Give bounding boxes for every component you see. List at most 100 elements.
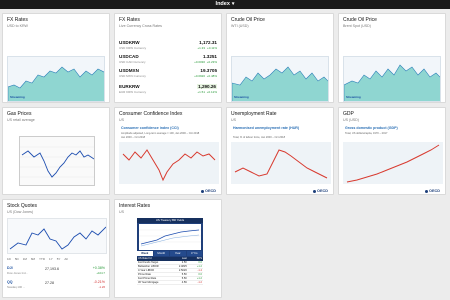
card-title: FX Rates bbox=[7, 17, 28, 23]
quote-symbol: EURKRW bbox=[119, 84, 140, 89]
period-tab[interactable]: 6M bbox=[31, 257, 35, 261]
fx-area-chart: Streaming bbox=[7, 56, 105, 102]
rates-tab[interactable]: 3 Yrs bbox=[186, 251, 203, 256]
period-tab[interactable]: 1D bbox=[7, 257, 11, 261]
card-stock-quotes[interactable]: Stock Quotes US (Dow Jones) 1D 5D 1M 6M YTD 1… bbox=[2, 199, 110, 298]
oecd-chart-sub: Jan 2000 – Oct 2018 bbox=[121, 136, 146, 139]
quote-row[interactable]: USDCAD 1.3251 USD CAD Currency +0.0030 +… bbox=[119, 54, 217, 64]
oecd-logo: OECD bbox=[313, 189, 328, 193]
chart-legend: Streaming bbox=[234, 95, 249, 99]
card-interest-rates[interactable]: Interest Rates US US Treasury Bill Yield… bbox=[114, 199, 222, 298]
quote-value: 1,290.26 bbox=[197, 84, 217, 89]
period-tab[interactable]: YTD bbox=[39, 257, 45, 261]
stock-name: Nasdaq 100 ... bbox=[7, 284, 26, 289]
rates-tab[interactable]: Month bbox=[153, 251, 170, 256]
gas-line-chart bbox=[19, 136, 95, 186]
quote-row[interactable]: USDMXN 19.3705 USD MXN Currency +0.0920 … bbox=[119, 68, 217, 78]
card-subtitle: US bbox=[119, 118, 124, 122]
quote-pct: +0.48% bbox=[206, 73, 217, 78]
quote-desc: USD CAD Currency bbox=[119, 59, 146, 64]
stock-row[interactable]: QQ Nasdaq 100 ... 27.28 -0.21% -1.26 bbox=[7, 280, 105, 289]
stock-line-chart bbox=[7, 218, 107, 254]
header-title: Index bbox=[215, 1, 230, 7]
quote-desc: USD KRW Currency bbox=[119, 45, 147, 50]
rates-row[interactable]: 30 Year Mortgage 4.59 -1.2 bbox=[137, 281, 203, 285]
oecd-chart-sub: Total, % of labour force, Jan 2000 – Oct… bbox=[233, 136, 286, 139]
card-fx-rates-usdkrw[interactable]: FX Rates USD to KRW Streaming bbox=[2, 13, 110, 103]
stock-price: 27.28 bbox=[45, 281, 54, 285]
rates-period-tabs: Week Month Year 3 Yrs bbox=[137, 251, 203, 256]
card-subtitle: US retail average bbox=[7, 118, 35, 122]
card-title: Crude Oil Price bbox=[343, 17, 377, 23]
stock-symbol: QQ bbox=[7, 280, 13, 284]
quote-row[interactable]: USDKRW 1,172.31 USD KRW Currency +1.33 +… bbox=[119, 40, 217, 50]
oecd-chart-sub: Amplitude adjusted, Long-term average = … bbox=[121, 132, 200, 135]
stock-name: Dow Jones Ind... bbox=[7, 270, 28, 275]
rates-widget: US Treasury Bill Yields Week Month Year … bbox=[137, 218, 203, 297]
quote-symbol: USDMXN bbox=[119, 68, 139, 73]
card-fx-cross-rates[interactable]: FX Rates Live Currency Cross Rates USDKR… bbox=[114, 13, 222, 103]
quote-change: +1.33 bbox=[197, 45, 205, 50]
card-subtitle: Brent Spot (USD) bbox=[343, 24, 371, 28]
quote-symbol: USDKRW bbox=[119, 40, 140, 45]
card-title: Crude Oil Price bbox=[231, 17, 265, 23]
quote-pct: +0.12% bbox=[206, 89, 217, 94]
card-subtitle: Live Currency Cross Rates bbox=[119, 24, 162, 28]
oecd-chart-title: Harmonised unemployment rate (HUR) bbox=[233, 126, 300, 130]
quote-change: +0.0920 bbox=[194, 73, 205, 78]
oecd-chart-title: Gross domestic product (GDP) bbox=[345, 126, 398, 130]
quote-value: 19.3705 bbox=[200, 68, 217, 73]
oecd-chart-title: Consumer confidence index (CCI) bbox=[121, 126, 179, 130]
index-menu[interactable]: Index ▾ bbox=[0, 0, 450, 9]
stock-change: +0.38% bbox=[92, 266, 105, 270]
period-tabs: 1D 5D 1M 6M YTD 1Y 5Y All bbox=[7, 257, 72, 261]
oil-area-chart: Streaming bbox=[343, 56, 441, 102]
stock-change-abs: -1.26 bbox=[98, 284, 105, 289]
period-tab[interactable]: 5Y bbox=[57, 257, 61, 261]
quote-pct: +0.11% bbox=[206, 45, 217, 50]
card-gdp[interactable]: GDP US (USD) Gross domestic product (GDP… bbox=[338, 107, 446, 195]
stock-symbol: DJI bbox=[7, 266, 13, 270]
card-title: Unemployment Rate bbox=[231, 111, 277, 117]
stock-change: -0.21% bbox=[93, 280, 105, 284]
top-bar: Index ▾ bbox=[0, 0, 450, 9]
period-tab[interactable]: 1M bbox=[23, 257, 27, 261]
card-subtitle: USD to KRW bbox=[7, 24, 28, 28]
rates-tab[interactable]: Year bbox=[170, 251, 187, 256]
rates-tab[interactable]: Week bbox=[137, 251, 154, 256]
oecd-widget: Gross domestic product (GDP) Total, US d… bbox=[343, 126, 443, 194]
card-title: Consumer Confidence Index bbox=[119, 111, 183, 117]
rates-chart-title: US Treasury Bill Yields bbox=[137, 218, 203, 223]
oecd-widget: Consumer confidence index (CCI) Amplitud… bbox=[119, 126, 219, 194]
card-unemployment-rate[interactable]: Unemployment Rate US Harmonised unemploy… bbox=[226, 107, 334, 195]
stock-row[interactable]: DJI Dow Jones Ind... 27,193.6 +0.38% +10… bbox=[7, 266, 105, 275]
period-tab[interactable]: 5D bbox=[15, 257, 19, 261]
quote-value: 1.3251 bbox=[202, 54, 217, 59]
card-title: Gas Prices bbox=[7, 111, 32, 117]
card-gas-prices[interactable]: Gas Prices US retail average bbox=[2, 107, 110, 195]
stock-change-abs: +104.7 bbox=[96, 270, 105, 275]
card-consumer-confidence[interactable]: Consumer Confidence Index US Consumer co… bbox=[114, 107, 222, 195]
oecd-widget: Harmonised unemployment rate (HUR) Total… bbox=[231, 126, 331, 194]
card-title: Interest Rates bbox=[119, 203, 151, 209]
card-subtitle: WTI (USD) bbox=[231, 24, 249, 28]
quote-desc: USD MXN Currency bbox=[119, 73, 146, 78]
card-subtitle: US (USD) bbox=[343, 118, 359, 122]
card-subtitle: US (Dow Jones) bbox=[7, 210, 34, 214]
stock-price: 27,193.6 bbox=[45, 267, 59, 271]
card-title: Stock Quotes bbox=[7, 203, 38, 209]
quote-row[interactable]: EURKRW 1,290.26 EUR KRW Currency +1.51 +… bbox=[119, 84, 217, 94]
card-crude-oil-brent[interactable]: Crude Oil Price Brent Spot (USD) Streami… bbox=[338, 13, 446, 103]
card-crude-oil-wti[interactable]: Crude Oil Price WTI (USD) Streaming bbox=[226, 13, 334, 103]
oecd-logo: OECD bbox=[425, 189, 440, 193]
period-tab[interactable]: All bbox=[64, 257, 67, 261]
oecd-logo: OECD bbox=[201, 189, 216, 193]
chart-legend: Streaming bbox=[346, 95, 361, 99]
quote-symbol: USDCAD bbox=[119, 54, 139, 59]
period-tab[interactable]: 1Y bbox=[49, 257, 53, 261]
quote-value: 1,172.31 bbox=[199, 40, 217, 45]
quote-change: +1.51 bbox=[197, 89, 205, 94]
oil-area-chart: Streaming bbox=[231, 56, 329, 102]
card-title: FX Rates bbox=[119, 17, 140, 23]
chart-legend: Streaming bbox=[10, 95, 25, 99]
